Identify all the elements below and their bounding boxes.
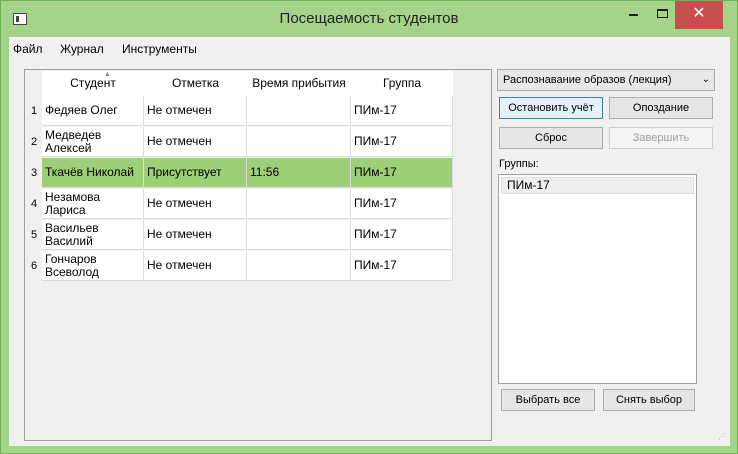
finish-button: Завершить	[609, 127, 713, 149]
column-header-student[interactable]: ▲ Студент	[42, 71, 144, 96]
cell-arrival-time[interactable]	[247, 220, 351, 250]
reset-button[interactable]: Сброс	[499, 127, 603, 149]
maximize-icon	[656, 9, 668, 18]
cell-student[interactable]: Гончаров Всеволод	[42, 251, 144, 281]
select-all-button[interactable]: Выбрать все	[501, 389, 595, 411]
cell-arrival-time[interactable]: 11:56	[247, 158, 351, 188]
cell-mark[interactable]: Не отмечен	[144, 189, 247, 219]
cell-arrival-time[interactable]	[247, 251, 351, 281]
maximize-button[interactable]	[649, 1, 675, 29]
late-button[interactable]: Опоздание	[609, 97, 713, 119]
lecture-select[interactable]: Распознавание образов (лекция) ⌄	[497, 69, 715, 91]
sort-indicator-icon: ▲	[104, 71, 111, 78]
row-header-corner	[26, 71, 42, 96]
lecture-select-value: Распознавание образов (лекция)	[503, 74, 672, 86]
table-row[interactable]: 1 Федяев Олег Не отмечен ПИм-17	[26, 96, 453, 126]
cell-student[interactable]: Незамова Лариса	[42, 189, 144, 219]
cell-mark[interactable]: Присутствует	[144, 158, 247, 188]
cell-arrival-time[interactable]	[247, 127, 351, 157]
cell-mark[interactable]: Не отмечен	[144, 127, 247, 157]
cell-group[interactable]: ПИм-17	[351, 251, 453, 281]
cell-mark[interactable]: Не отмечен	[144, 220, 247, 250]
cell-arrival-time[interactable]	[247, 96, 351, 126]
client-area: Файл Журнал Инструменты ▲ Студент Отметк…	[9, 37, 730, 446]
menu-tools[interactable]: Инструменты	[122, 42, 197, 56]
minimize-button[interactable]	[619, 1, 647, 29]
column-header-arrival-time[interactable]: Время прибытия	[247, 71, 351, 96]
cell-arrival-time[interactable]	[247, 189, 351, 219]
cell-group[interactable]: ПИм-17	[351, 127, 453, 157]
menu-file[interactable]: Файл	[13, 42, 43, 56]
deselect-button[interactable]: Снять выбор	[603, 389, 695, 411]
attendance-table[interactable]: ▲ Студент Отметка Время прибытия Группа …	[24, 69, 492, 441]
list-item[interactable]: ПИм-17	[501, 177, 694, 194]
column-header-group[interactable]: Группа	[351, 71, 453, 96]
cell-student[interactable]: Ткачёв Николай	[42, 158, 144, 188]
groups-label: Группы:	[499, 158, 539, 170]
cell-student[interactable]: Федяев Олег	[42, 96, 144, 126]
main-window: Посещаемость студентов ✕ Файл Журнал Инс…	[0, 0, 738, 454]
table-row-selected[interactable]: 3 Ткачёв Николай Присутствует 11:56 ПИм-…	[26, 158, 453, 188]
cell-student[interactable]: Васильев Василий	[42, 220, 144, 250]
cell-mark[interactable]: Не отмечен	[144, 96, 247, 126]
row-number: 6	[26, 251, 42, 281]
row-number: 4	[26, 189, 42, 219]
stop-tracking-button[interactable]: Остановить учёт	[499, 97, 603, 119]
menu-bar: Файл Журнал Инструменты	[9, 37, 730, 59]
minimize-icon	[628, 13, 638, 16]
table-row[interactable]: 5 Васильев Василий Не отмечен ПИм-17	[26, 220, 453, 250]
cell-student[interactable]: Медведев Алексей	[42, 127, 144, 157]
cell-group[interactable]: ПИм-17	[351, 158, 453, 188]
close-button[interactable]: ✕	[675, 1, 723, 29]
resize-grip-icon[interactable]: ⋰	[718, 433, 728, 444]
table-row[interactable]: 2 Медведев Алексей Не отмечен ПИм-17	[26, 127, 453, 157]
row-number: 1	[26, 96, 42, 126]
chevron-down-icon: ⌄	[701, 74, 710, 85]
cell-group[interactable]: ПИм-17	[351, 96, 453, 126]
cell-group[interactable]: ПИм-17	[351, 189, 453, 219]
row-number: 5	[26, 220, 42, 250]
row-number: 3	[26, 158, 42, 188]
table-row[interactable]: 6 Гончаров Всеволод Не отмечен ПИм-17	[26, 251, 453, 281]
table-row[interactable]: 4 Незамова Лариса Не отмечен ПИм-17	[26, 189, 453, 219]
title-bar[interactable]: Посещаемость студентов ✕	[1, 1, 737, 37]
cell-mark[interactable]: Не отмечен	[144, 251, 247, 281]
cell-group[interactable]: ПИм-17	[351, 220, 453, 250]
menu-journal[interactable]: Журнал	[60, 42, 104, 56]
close-icon: ✕	[692, 5, 706, 22]
groups-list[interactable]: ПИм-17	[498, 174, 697, 384]
row-number: 2	[26, 127, 42, 157]
column-header-mark[interactable]: Отметка	[144, 71, 247, 96]
